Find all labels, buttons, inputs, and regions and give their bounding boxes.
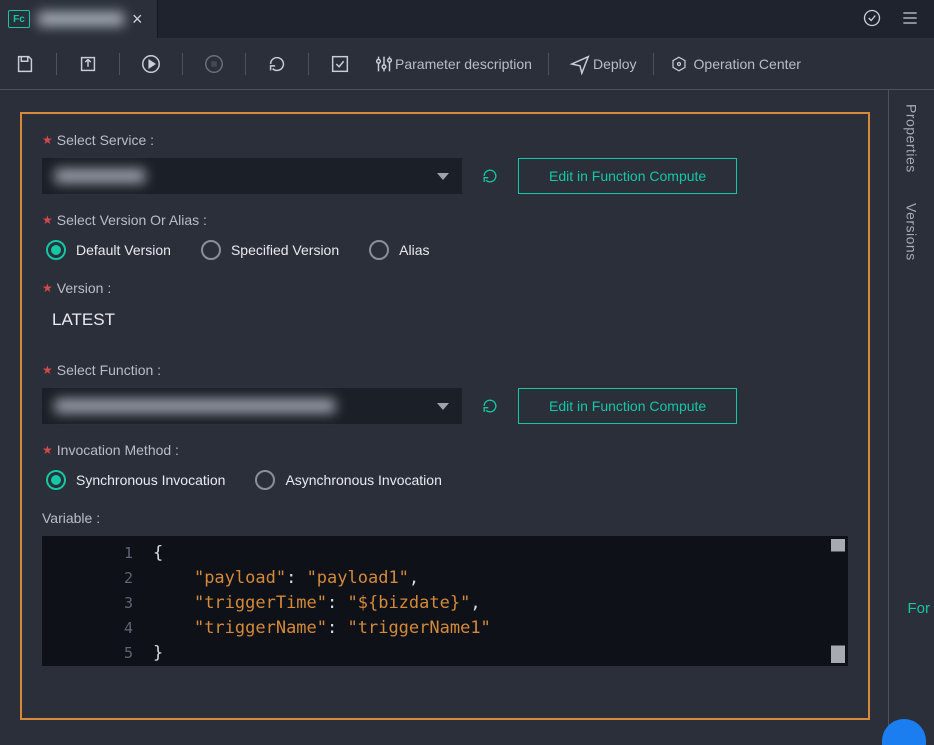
select-function-label: Select Function : — [57, 362, 161, 378]
menu-icon[interactable] — [900, 8, 920, 31]
radio-specified-version[interactable]: Specified Version — [201, 240, 339, 260]
service-select[interactable] — [42, 158, 462, 194]
deploy-link[interactable]: Deploy — [593, 56, 637, 72]
variable-label: Variable : — [42, 510, 100, 526]
select-service-label: Select Service : — [57, 132, 154, 148]
toolbar-overlay-group: Parameter description Deploy Operation C… — [325, 49, 801, 79]
required-icon: ★ — [42, 364, 53, 376]
refresh-service-button[interactable] — [476, 162, 504, 190]
required-icon: ★ — [42, 214, 53, 226]
separator — [182, 53, 183, 75]
chevron-down-icon — [437, 173, 449, 180]
send-icon[interactable] — [565, 49, 595, 79]
status-check-icon[interactable] — [862, 8, 882, 31]
format-hint[interactable]: For — [908, 600, 931, 617]
file-tab[interactable]: Fc × — [0, 0, 158, 38]
submit-icon[interactable] — [73, 49, 103, 79]
radio-sync-invocation[interactable]: Synchronous Invocation — [46, 470, 225, 490]
version-label: Version : — [57, 280, 111, 296]
parameter-description-link[interactable]: Parameter description — [395, 56, 532, 72]
editor-minimap[interactable] — [831, 539, 845, 663]
tab-bar: Fc × — [0, 0, 934, 38]
separator — [56, 53, 57, 75]
select-version-or-alias-label: Select Version Or Alias : — [57, 212, 207, 228]
stop-icon[interactable] — [199, 49, 229, 79]
separator — [308, 53, 309, 75]
editor-content[interactable]: { "payload": "payload1", "triggerTime": … — [143, 537, 847, 665]
radio-async-invocation[interactable]: Asynchronous Invocation — [255, 470, 441, 490]
close-icon[interactable]: × — [132, 9, 143, 30]
version-value: LATEST — [42, 306, 848, 344]
separator — [245, 53, 246, 75]
toolbar: Parameter description Deploy Operation C… — [0, 38, 934, 90]
save-icon[interactable] — [10, 49, 40, 79]
radio-label: Synchronous Invocation — [76, 472, 225, 488]
radio-label: Specified Version — [231, 242, 339, 258]
checkbox-icon[interactable] — [325, 49, 355, 79]
reload-icon[interactable] — [262, 49, 292, 79]
config-form: ★ Select Service : Edit in Function Comp… — [20, 112, 870, 720]
required-icon: ★ — [42, 282, 53, 294]
separator — [119, 53, 120, 75]
operation-center-link[interactable]: Operation Center — [670, 55, 801, 73]
operation-center-label: Operation Center — [694, 56, 801, 72]
radio-default-version[interactable]: Default Version — [46, 240, 171, 260]
chevron-down-icon — [437, 403, 449, 410]
run-icon[interactable] — [136, 49, 166, 79]
variable-editor[interactable]: 1 2 3 4 5 { "payload": "payload1", "trig… — [42, 536, 848, 666]
function-select-value — [55, 399, 335, 413]
required-icon: ★ — [42, 134, 53, 146]
separator — [548, 53, 549, 75]
tab-versions[interactable]: Versions — [904, 203, 920, 261]
required-icon: ★ — [42, 444, 53, 456]
service-select-value — [55, 169, 145, 183]
radio-label: Default Version — [76, 242, 171, 258]
tab-properties[interactable]: Properties — [904, 104, 920, 173]
separator — [653, 53, 654, 75]
edit-service-fc-button[interactable]: Edit in Function Compute — [518, 158, 737, 194]
refresh-function-button[interactable] — [476, 392, 504, 420]
tab-title — [38, 12, 124, 26]
radio-label: Asynchronous Invocation — [285, 472, 441, 488]
editor-gutter: 1 2 3 4 5 — [43, 537, 143, 665]
radio-alias[interactable]: Alias — [369, 240, 429, 260]
invocation-method-label: Invocation Method : — [57, 442, 179, 458]
radio-label: Alias — [399, 242, 429, 258]
function-select[interactable] — [42, 388, 462, 424]
right-sidepanel: Properties Versions — [888, 90, 934, 745]
fc-badge-icon: Fc — [8, 10, 30, 28]
edit-function-fc-button[interactable]: Edit in Function Compute — [518, 388, 737, 424]
